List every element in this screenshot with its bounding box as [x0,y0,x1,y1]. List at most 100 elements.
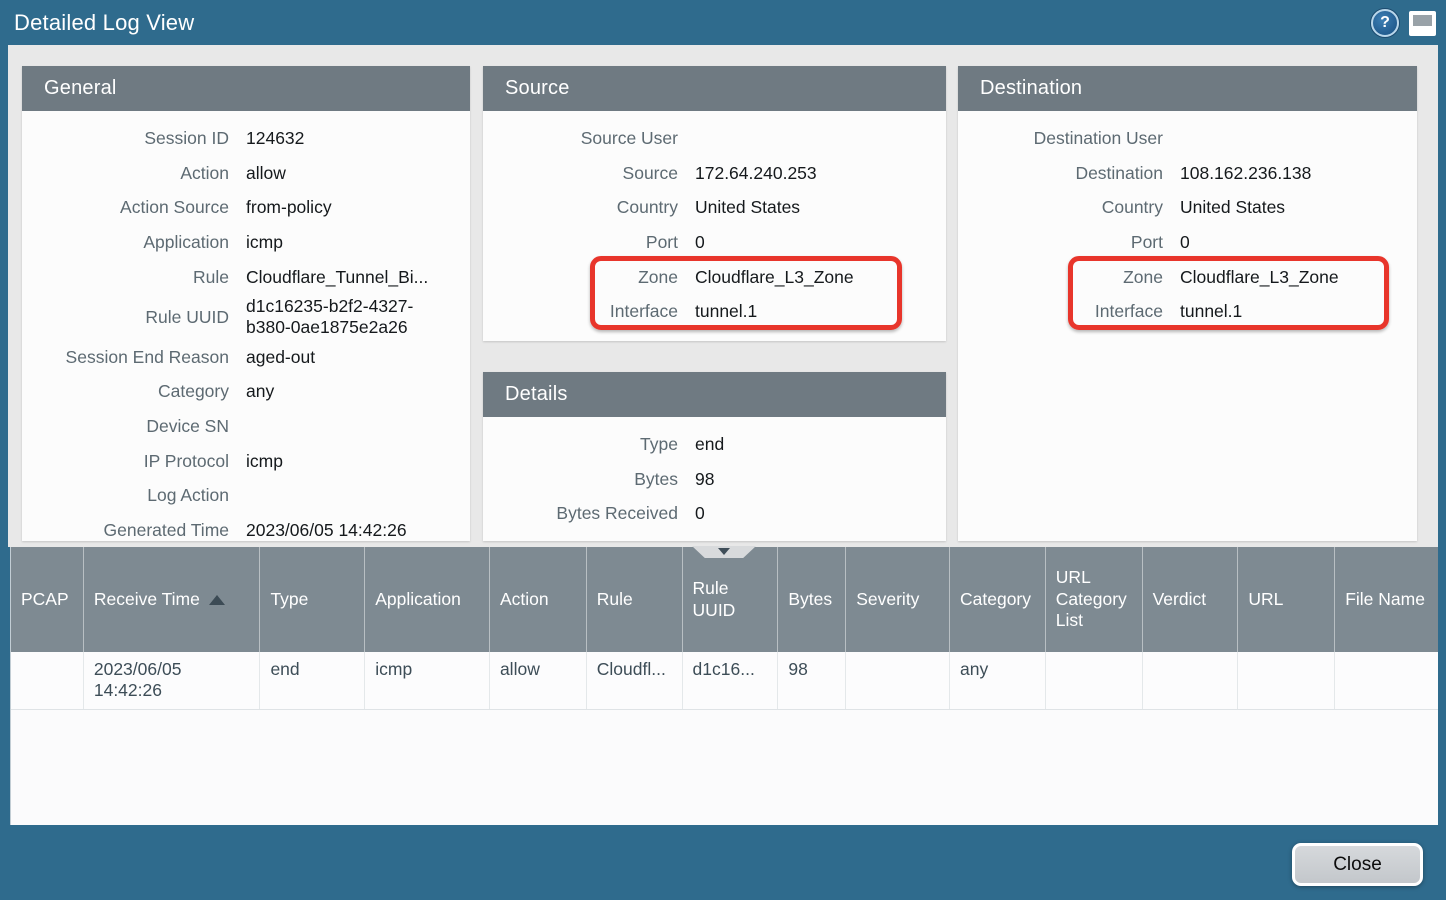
field-value: end [695,434,748,455]
field-label: Rule [22,267,246,288]
field-value: any [246,381,298,402]
detailed-log-view-dialog: { "window": { "title": "Detailed Log Vie… [0,0,1446,900]
window-restore-icon[interactable] [1409,11,1436,36]
destination-panel: Destination Destination User Destination1… [958,66,1417,541]
field-label: Log Action [22,485,246,506]
field-value: tunnel.1 [695,301,781,322]
log-table-cell [1334,652,1438,709]
log-table-cell: Cloudfl... [586,652,682,709]
column-header-label: Action [500,589,549,611]
field-value: Cloudflare_L3_Zone [1180,267,1363,288]
log-table: PCAPReceive TimeType Application Action Rul… [10,547,1438,825]
log-table-cell: allow [489,652,586,709]
log-table-cell: end [259,652,364,709]
field-row-source-user: Source User [483,121,946,156]
general-panel-body: Session ID124632 ActionallowAction Source… [22,111,470,541]
field-row-interface: Interfacetunnel.1 [483,294,946,329]
field-label: Application [22,232,246,253]
details-panel-title: Details [483,372,946,417]
field-label: Action [22,163,246,184]
general-panel: General Session ID124632ActionallowActio… [22,66,470,541]
column-header-application[interactable]: Application [364,547,489,652]
details-panel: Details TypeendBytes98Bytes Received0 [483,372,946,541]
source-panel-title: Source [483,66,946,111]
field-row-generated-time: Generated Time2023/06/05 14:42:26 [22,513,470,541]
column-header-label: Application [375,589,461,611]
column-header-url-category-list[interactable]: URL Category List [1045,547,1142,652]
log-table-cell [1142,652,1238,709]
column-header-url[interactable]: URL [1237,547,1334,652]
field-label: Type [483,434,695,455]
field-label: Source [483,163,695,184]
field-row-type: Typeend [483,427,946,462]
field-row-bytes-received: Bytes Received0 [483,496,946,531]
field-label: Session End Reason [22,347,246,368]
field-value: 172.64.240.253 [695,163,841,184]
column-header-file-name[interactable]: File Name [1334,547,1438,652]
close-button[interactable]: Close [1292,843,1423,886]
field-label: Rule UUID [22,307,246,328]
field-value: 0 [695,503,729,524]
column-header-label: URL Category List [1056,567,1132,633]
field-row-session-id: Session ID124632 [22,121,470,156]
log-table-cell [11,652,83,709]
field-row-interface: Interfacetunnel.1 [958,294,1417,329]
log-table-cell: d1c16... [682,652,778,709]
help-icon[interactable]: ? [1371,9,1399,37]
field-value: 108.162.236.138 [1180,163,1335,184]
field-value: 0 [1180,232,1214,253]
log-table-header: PCAPReceive TimeType Application Action Rul… [11,547,1438,652]
sort-ascending-icon [209,595,225,605]
column-header-label: Rule UUID [693,578,768,622]
column-header-severity[interactable]: Severity [845,547,949,652]
field-row-zone: ZoneCloudflare_L3_Zone [483,260,946,295]
column-header-label: File Name [1345,589,1425,611]
column-header-label: Category [960,589,1031,611]
field-label: Source User [483,128,695,149]
column-header-type[interactable]: Type [259,547,364,652]
field-value: icmp [246,451,307,472]
field-row-country: CountryUnited States [958,190,1417,225]
column-header-action[interactable]: Action [489,547,586,652]
column-header-receive-time[interactable]: Receive Time [83,547,260,652]
field-value: United States [1180,197,1309,218]
log-table-cell [845,652,949,709]
field-row-destination: Destination108.162.236.138 [958,156,1417,191]
column-header-pcap[interactable]: PCAP [11,547,83,652]
source-panel-body: Source UserSource172.64.240.253CountryUn… [483,111,946,341]
field-value: tunnel.1 [1180,301,1266,322]
log-table-cell: any [949,652,1045,709]
field-label: Interface [958,301,1180,322]
field-row-bytes: Bytes98 [483,462,946,497]
field-label: Zone [483,267,695,288]
titlebar: Detailed Log View ? [0,0,1446,45]
field-row-zone: ZoneCloudflare_L3_Zone [958,260,1417,295]
field-value: aged-out [246,347,339,368]
field-label: Category [22,381,246,402]
log-table-row[interactable]: 2023/06/05 14:42:26endicmpallowCloudfl..… [11,652,1438,710]
field-label: Destination User [958,128,1180,149]
field-row-port: Port0 [483,225,946,260]
field-value: icmp [246,232,307,253]
field-row-application: Applicationicmp [22,225,470,260]
column-header-category[interactable]: Category [949,547,1045,652]
field-row-ip-protocol: IP Protocolicmp [22,444,470,479]
field-value: 0 [695,232,729,253]
field-value: 98 [695,469,738,490]
log-table-cell [1045,652,1142,709]
field-label: Action Source [22,197,246,218]
column-header-label: Bytes [788,589,832,611]
field-value: allow [246,163,310,184]
field-label: Bytes Received [483,503,695,524]
column-header-rule[interactable]: Rule [586,547,682,652]
field-row-session-end-reason: Session End Reasonaged-out [22,340,470,375]
column-header-label: Verdict [1153,589,1207,611]
destination-panel-body: Destination User Destination108.162.236.1… [958,111,1417,541]
column-header-rule-uuid[interactable]: Rule UUID [682,547,778,652]
field-label: Country [958,197,1180,218]
column-header-verdict[interactable]: Verdict [1142,547,1238,652]
column-header-label: URL [1248,589,1283,611]
field-value: Cloudflare_Tunnel_Bi... [246,267,452,288]
field-label: Destination [958,163,1180,184]
column-header-bytes[interactable]: Bytes [777,547,845,652]
